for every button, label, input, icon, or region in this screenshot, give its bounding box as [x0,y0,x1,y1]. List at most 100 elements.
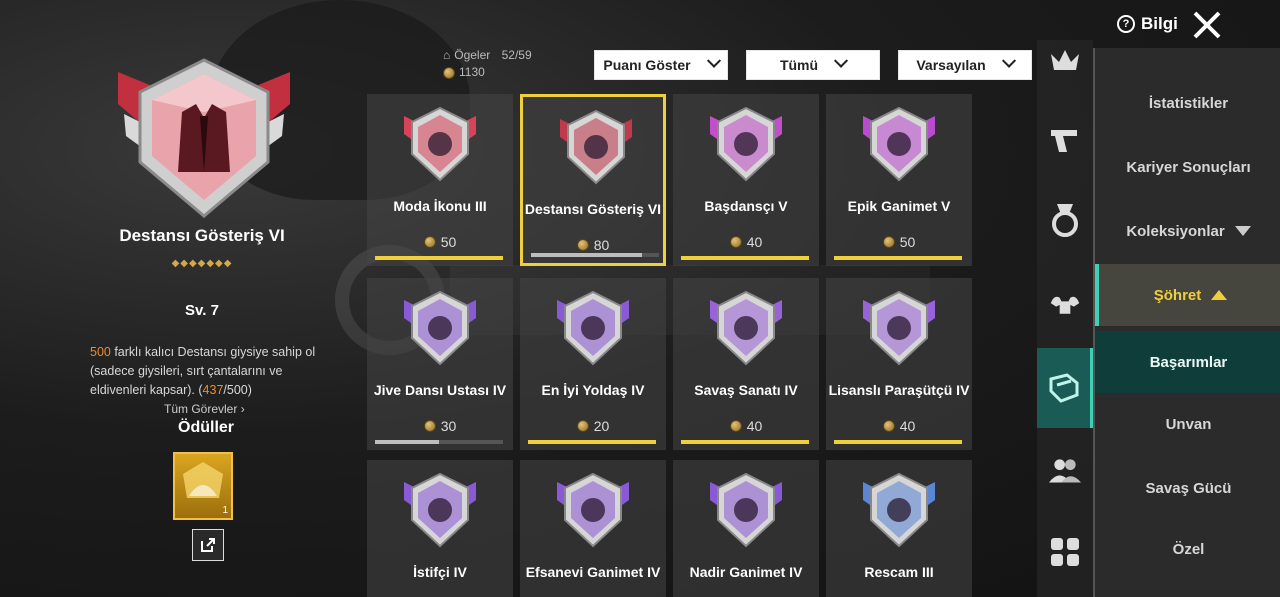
achievement-points: 40 [826,418,972,434]
achievement-card[interactable]: Savaş Sanatı IV 40 [673,278,819,450]
achievement-name: Moda İkonu III [393,198,487,214]
achievement-card[interactable]: Destansı Gösteriş VI 80 [520,94,666,266]
achievement-card[interactable]: Başdansçı V 40 [673,94,819,266]
achievement-points-value: 30 [440,418,457,434]
points-filter-dropdown[interactable]: Puanı Göster [594,50,728,80]
desc-count: 500 [90,345,111,359]
achievement-card[interactable]: Epik Ganimet V 50 [826,94,972,266]
menu-item-achievements[interactable]: Başarımlar [1095,331,1280,393]
achievement-name: Başdansçı V [704,198,788,214]
achievement-badge-icon [863,106,935,182]
muscle-icon[interactable] [1049,288,1081,320]
achievement-card[interactable]: Jive Dansı Ustası IV 30 [367,278,513,450]
achievement-description: 500 farklı kalıcı Destansı giysiye sahip… [90,343,320,400]
achievement-badge-icon [863,290,935,366]
achievement-badge-icon [404,472,476,548]
chevron-down-icon [706,53,721,68]
menu-item-fame[interactable]: Şöhret [1095,264,1280,326]
grid-icon[interactable] [1049,536,1081,568]
achievement-badge-icon [863,472,935,548]
selected-badge-icon [118,58,290,218]
friends-icon[interactable] [1049,454,1081,486]
achievement-points-value: 50 [440,234,457,250]
achievement-badge-icon [560,109,632,185]
menu-item-statistics[interactable]: İstatistikler [1095,72,1280,134]
achievement-points: 50 [826,234,972,250]
achievement-card[interactable]: Efsanevi Ganimet IV [520,460,666,597]
chevron-down-icon [833,53,849,68]
reward-item[interactable]: 1 [173,452,233,520]
points-coin-icon [443,66,455,79]
achievement-badge-icon [404,290,476,366]
desc-total: /500) [223,383,252,397]
achievement-card[interactable]: Moda İkonu III 50 [367,94,513,266]
items-icon: ⌂ [443,48,451,62]
all-tasks-link[interactable]: Tüm Görevler › [164,402,245,416]
achievement-name: Efsanevi Ganimet IV [525,564,661,580]
category-icon-bar [1037,40,1093,597]
star-rating: ◆◆◆◆◆◆◆ [171,258,233,269]
achievement-badge-icon [557,290,629,366]
menu-item-special[interactable]: Özel [1095,518,1280,580]
coin-icon [882,236,895,248]
info-button[interactable]: ? Bilgi [1117,14,1178,34]
progress-bar [681,440,809,444]
rewards-heading: Ödüller [178,419,235,436]
coin-icon [576,420,589,432]
reward-count: 1 [222,505,228,516]
menu-item-title[interactable]: Unvan [1095,393,1280,455]
menu-item-career[interactable]: Kariyer Sonuçları [1095,136,1280,198]
achievement-name: En İyi Yoldaş IV [541,382,645,398]
achievement-name: Epik Ganimet V [847,198,951,214]
desc-progress: 437 [202,383,224,397]
achievement-name: Destansı Gösteriş VI [524,201,662,217]
coin-icon [576,239,589,251]
close-button[interactable] [1192,10,1222,40]
chevron-right-icon: › [240,402,245,416]
menu-item-power[interactable]: Savaş Gücü [1095,457,1280,519]
items-label: Ögeler [454,48,491,62]
collection-icon-tab[interactable] [1037,348,1093,428]
crown-icon[interactable] [1049,46,1081,78]
achievement-level: Sv. 7 [185,302,219,319]
menu-item-collections[interactable]: Koleksiyonlar [1095,200,1280,262]
achievement-card[interactable]: Lisanslı Paraşütçü IV 40 [826,278,972,450]
achievement-name: Nadir Ganimet IV [689,564,803,580]
all-tasks-label: Tüm Görevler [164,402,238,416]
sort-dropdown[interactable]: Varsayılan [898,50,1032,80]
achievement-points-value: 40 [746,418,763,434]
coin-icon [423,420,436,432]
question-icon: ? [1117,15,1135,33]
progress-bar [531,253,659,257]
achievement-points: 30 [367,418,513,434]
coin-icon [729,236,742,248]
category-filter-dropdown[interactable]: Tümü [746,50,880,80]
achievement-points: 40 [673,418,819,434]
total-points: 1130 [459,65,485,79]
points-filter-label: Puanı Göster [603,57,691,73]
achievement-card[interactable]: İstifçi IV [367,460,513,597]
progress-bar [375,256,503,260]
coin-icon [729,420,742,432]
share-button[interactable] [192,529,224,561]
achievement-points-value: 20 [593,418,610,434]
achievement-badge-icon [404,106,476,182]
achievement-card[interactable]: Nadir Ganimet IV [673,460,819,597]
sort-label: Varsayılan [916,57,986,73]
items-value: 52/59 [501,48,532,62]
achievement-card[interactable]: Rescam III [826,460,972,597]
medal-icon[interactable] [1049,204,1081,237]
collection-icon [1049,373,1078,403]
achievement-badge-icon [710,472,782,548]
triangle-up-icon [1211,290,1228,300]
side-menu: İstatistikler Kariyer Sonuçları Koleksiy… [1093,48,1280,597]
detail-panel: Destansı Gösteriş VI ◆◆◆◆◆◆◆ Sv. 7 500 f… [0,0,370,597]
coin-icon [882,420,895,432]
coin-icon [423,236,436,248]
achievement-points: 80 [523,237,663,253]
achievement-title: Destansı Gösteriş VI [119,226,285,245]
info-label: Bilgi [1141,14,1178,33]
pistol-icon[interactable] [1049,124,1081,156]
achievement-card[interactable]: En İyi Yoldaş IV 20 [520,278,666,450]
progress-bar [375,440,503,444]
